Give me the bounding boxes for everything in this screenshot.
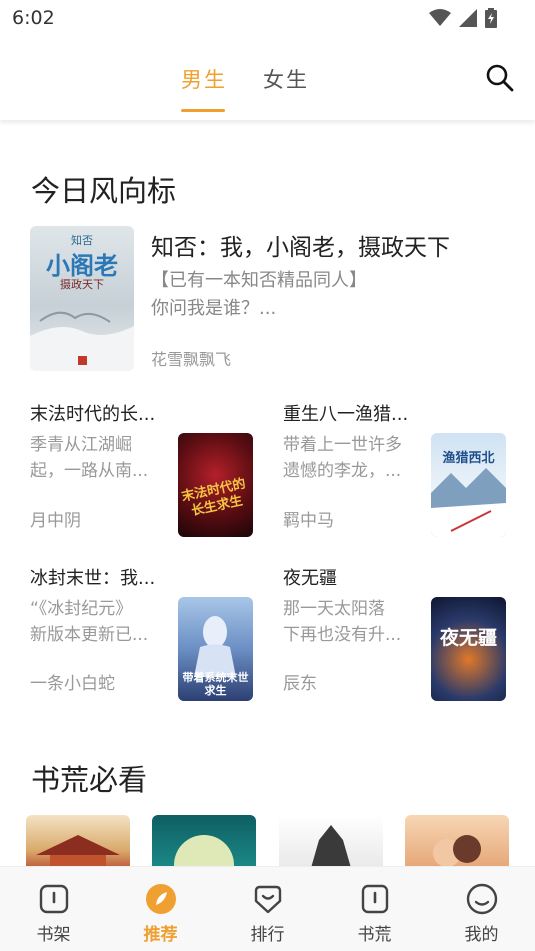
bottom-nav: 书架 推荐 排行 书荒 我的 bbox=[0, 866, 535, 951]
recommend-icon bbox=[146, 884, 176, 914]
book-author: 羁中马 bbox=[283, 511, 334, 531]
book-cover[interactable]: 渔猎西北 bbox=[431, 433, 506, 537]
nav-label: 书荒 bbox=[357, 925, 392, 945]
book-desc: 带着上一世许多 遗憾的李龙，... bbox=[283, 432, 408, 484]
book-desc-line: 遗憾的李龙，... bbox=[283, 461, 402, 481]
featured-desc-line1: 【已有一本知否精品同人】 bbox=[151, 270, 367, 291]
book-desc: 季青从江湖崛 起，一路从南... bbox=[30, 432, 155, 484]
profile-icon bbox=[466, 883, 498, 915]
book-desc-line: 下再也没有升... bbox=[283, 625, 402, 645]
book-title[interactable]: 重生八一渔猎... bbox=[283, 400, 408, 426]
book-author: 一条小白蛇 bbox=[30, 674, 115, 694]
nav-item-ranking[interactable]: 排行 bbox=[214, 867, 321, 951]
book-desc: “《冰封纪元》 新版本更新已... bbox=[30, 596, 155, 648]
nav-item-recommend[interactable]: 推荐 bbox=[107, 867, 214, 951]
featured-book-desc: 【已有一本知否精品同人】 你问我是谁？... bbox=[151, 267, 491, 323]
status-icons bbox=[429, 8, 497, 28]
tab-male[interactable]: 男生 bbox=[181, 64, 227, 94]
book-cover-text: 夜无疆 bbox=[439, 627, 497, 649]
book-cover[interactable]: 末法时代的长生求生 bbox=[178, 433, 253, 537]
book-shortage-icon bbox=[361, 884, 389, 914]
book-cover-text: 末法时代的长生求生 bbox=[180, 476, 248, 520]
book-author: 辰东 bbox=[283, 674, 317, 694]
book-desc-line: 那一天太阳落 bbox=[283, 599, 385, 619]
cellular-icon bbox=[459, 9, 477, 27]
battery-charging-icon bbox=[485, 8, 497, 28]
featured-book-cover[interactable]: 知否 小阁老 摄政天下 bbox=[30, 226, 134, 371]
book-desc-line: 新版本更新已... bbox=[30, 625, 149, 645]
book-title[interactable]: 末法时代的长... bbox=[30, 400, 155, 426]
book-title[interactable]: 夜无疆 bbox=[283, 564, 337, 590]
nav-label: 书架 bbox=[36, 925, 71, 945]
status-bar: 6:02 bbox=[0, 0, 535, 38]
nav-label: 推荐 bbox=[143, 925, 178, 945]
nav-label: 排行 bbox=[250, 925, 285, 945]
book-cover[interactable]: 带着系统末世求生 bbox=[178, 597, 253, 701]
book-cover[interactable]: 夜无疆 bbox=[431, 597, 506, 701]
active-tab-indicator bbox=[181, 109, 225, 112]
book-desc: 那一天太阳落 下再也没有升... bbox=[283, 596, 408, 648]
featured-book-author: 花雪飘飘飞 bbox=[151, 350, 232, 369]
featured-book-title[interactable]: 知否：我，小阁老，摄政天下 bbox=[151, 228, 450, 262]
nav-item-bookshelf[interactable]: 书架 bbox=[0, 867, 107, 951]
search-icon[interactable] bbox=[485, 63, 515, 93]
book-desc-line: 起，一路从南... bbox=[30, 461, 149, 481]
featured-cover-sub-text: 摄政天下 bbox=[60, 278, 104, 291]
status-time: 6:02 bbox=[12, 7, 55, 29]
book-author: 月中阴 bbox=[30, 511, 81, 531]
book-cover-text: 带着系统末世求生 bbox=[182, 671, 249, 697]
book-desc-line: 季青从江湖崛 bbox=[30, 435, 132, 455]
section-title-must-read: 书荒必看 bbox=[31, 763, 148, 797]
book-desc-line: 带着上一世许多 bbox=[283, 435, 402, 455]
section-title-today: 今日风向标 bbox=[31, 174, 177, 208]
featured-desc-line2: 你问我是谁？... bbox=[151, 298, 277, 319]
top-header: 男生 女生 bbox=[0, 38, 535, 120]
wifi-icon bbox=[429, 9, 451, 26]
book-desc-line: “《冰封纪元》 bbox=[30, 599, 133, 619]
book-cover-text: 渔猎西北 bbox=[442, 451, 495, 466]
nav-item-book-shortage[interactable]: 书荒 bbox=[321, 867, 428, 951]
bookshelf-icon bbox=[39, 884, 69, 914]
tab-female[interactable]: 女生 bbox=[263, 64, 309, 94]
ranking-icon bbox=[254, 885, 282, 914]
book-title[interactable]: 冰封末世：我... bbox=[30, 564, 155, 590]
nav-label: 我的 bbox=[464, 925, 499, 945]
nav-item-profile[interactable]: 我的 bbox=[428, 867, 535, 951]
